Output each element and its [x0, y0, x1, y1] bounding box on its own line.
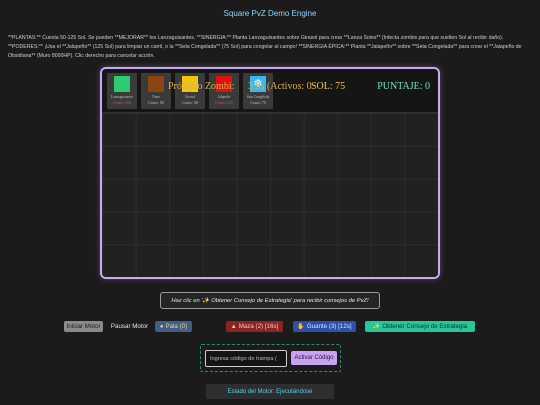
card-cost: Costo: 125: [215, 100, 233, 105]
start-engine-button[interactable]: Iniciar Motor: [64, 321, 103, 332]
lawn-grid[interactable]: [102, 113, 438, 277]
wallnut-icon: [148, 76, 164, 92]
card-cost: Costo: 75: [250, 100, 266, 105]
hammer-button[interactable]: ▲ Maza (2) [16s]: [226, 321, 283, 332]
glove-button[interactable]: ✋ Guante (3) [12s]: [293, 321, 356, 332]
sparkles-icon: ✨: [372, 324, 381, 330]
hammer-icon: ▲: [230, 323, 237, 330]
card-name: Nuez: [152, 95, 160, 99]
card-name: Girasol: [184, 95, 196, 99]
hammer-label: Maza (2) [16s]: [238, 323, 279, 330]
card-cost: Costo: 100: [113, 100, 131, 105]
engine-status: Estado del Motor: Ejecutándose: [206, 384, 334, 399]
card-cost: Costo: 50: [182, 100, 198, 105]
card-cost: Costo: 50: [148, 100, 164, 105]
cheat-code-panel: Activar Código: [200, 344, 341, 372]
game-canvas[interactable]: Lanzaguisantes Costo: 100 Nuez Costo: 50…: [100, 67, 440, 279]
pause-engine-button[interactable]: Pausar Motor: [107, 321, 152, 332]
shovel-label: Pala (0): [165, 323, 188, 330]
sun-counter: SOL: 75: [311, 81, 346, 92]
card-name: Lanzaguisantes: [110, 95, 134, 99]
instructions-text: **PLANTAS:** Cuesta 50-125 Sol. Se puede…: [8, 35, 522, 59]
zombie-timer-value: 3.9s (Activos: 0: [248, 81, 312, 92]
page-title: Square PvZ Demo Engine: [223, 9, 317, 18]
seed-card-lanzaguisantes[interactable]: Lanzaguisantes Costo: 100: [107, 73, 137, 109]
peashooter-icon: [114, 76, 130, 92]
controls-bar: Iniciar Motor Pausar Motor ● Pala (0) ▲ Ma…: [0, 321, 540, 333]
seed-card-nuez[interactable]: Nuez Costo: 50: [141, 73, 171, 109]
card-name: Jalapeño: [217, 95, 231, 99]
strategy-advice-button[interactable]: ✨ Obtener Consejo de Estrategia: [365, 321, 475, 332]
zombie-timer-label: Próximo Zombi:: [168, 81, 235, 92]
game-hud: Lanzaguisantes Costo: 100 Nuez Costo: 50…: [102, 69, 438, 113]
shovel-icon: ●: [159, 323, 164, 330]
activate-code-button[interactable]: Activar Código: [291, 351, 337, 365]
strategy-advice-box: Haz clic en '✨ Obtener Consejo de Estrat…: [160, 292, 380, 309]
strategy-advice-label: Obtener Consejo de Estrategia: [382, 323, 468, 330]
shovel-button[interactable]: ● Pala (0): [155, 321, 192, 332]
glove-label: Guante (3) [12s]: [306, 323, 352, 330]
score-counter: PUNTAJE: 0: [377, 81, 430, 92]
cheat-code-input[interactable]: [205, 350, 287, 367]
card-name: Seta Congelada: [246, 95, 270, 99]
glove-icon: ✋: [297, 324, 305, 330]
